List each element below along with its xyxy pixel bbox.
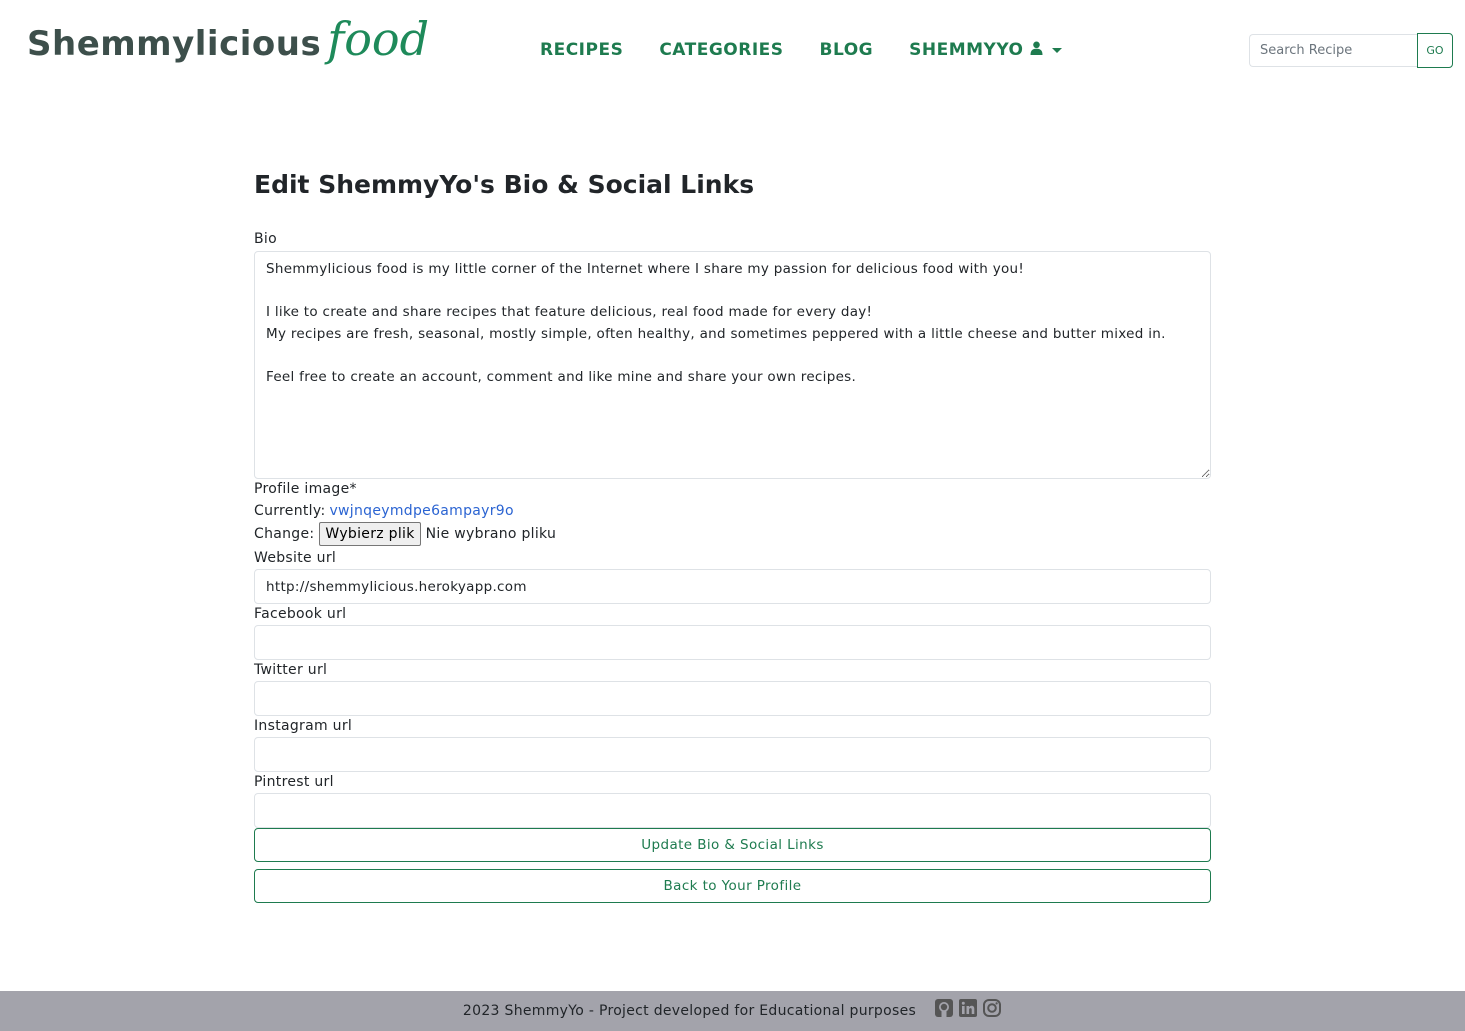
change-image-row: Change: Wybierz plik Nie wybrano pliku: [254, 522, 556, 546]
pintrest-input[interactable]: [254, 793, 1211, 828]
footer-social-icons: [934, 998, 1002, 1018]
nav-categories[interactable]: CATEGORIES: [659, 40, 783, 60]
search-go-button[interactable]: GO: [1417, 33, 1453, 68]
update-bio-button[interactable]: Update Bio & Social Links: [254, 828, 1211, 862]
search-input[interactable]: [1249, 34, 1417, 67]
nav-categories-label: CATEGORIES: [659, 40, 784, 60]
website-input[interactable]: [254, 569, 1211, 604]
nav-user-dropdown[interactable]: SHEMMYYO: [909, 40, 1062, 60]
github-icon[interactable]: [934, 998, 954, 1018]
footer: 2023 ShemmyYo - Project developed for Ed…: [0, 991, 1465, 1031]
website-label: Website url: [254, 550, 337, 566]
linkedin-icon[interactable]: [958, 998, 978, 1018]
file-status: Nie wybrano pliku: [425, 526, 557, 542]
person-icon: [1030, 40, 1043, 60]
instagram-label: Instagram url: [254, 718, 353, 734]
brand-script: food: [327, 12, 430, 66]
nav-recipes[interactable]: RECIPES: [540, 40, 623, 60]
nav-user-label: SHEMMYYO: [909, 40, 1024, 60]
brand-logo[interactable]: Shemmylicious food: [27, 12, 429, 84]
brand-name: Shemmylicious: [27, 24, 322, 64]
footer-copyright: 2023 ShemmyYo - Project developed for Ed…: [462, 1003, 917, 1019]
main-nav: RECIPES CATEGORIES BLOG SHEMMYYO: [540, 40, 1062, 60]
chevron-down-icon: [1051, 47, 1062, 53]
facebook-input[interactable]: [254, 625, 1211, 660]
currently-label: Currently:: [254, 503, 326, 519]
change-label: Change:: [254, 526, 315, 542]
profile-image-label: Profile image*: [254, 481, 357, 497]
bio-label: Bio: [254, 231, 277, 247]
back-to-profile-button[interactable]: Back to Your Profile: [254, 869, 1211, 903]
choose-file-button[interactable]: Wybierz plik: [319, 522, 421, 546]
page-title: Edit ShemmyYo's Bio & Social Links: [254, 170, 755, 199]
nav-blog-label: BLOG: [819, 40, 874, 60]
instagram-icon[interactable]: [982, 998, 1002, 1018]
bio-textarea[interactable]: Shemmylicious food is my little corner o…: [254, 251, 1211, 479]
pintrest-label: Pintrest url: [254, 774, 334, 790]
instagram-input[interactable]: [254, 737, 1211, 772]
search-form: GO: [1249, 33, 1453, 68]
current-image-row: Currently: vwjnqeymdpe6ampayr9o: [254, 503, 514, 519]
nav-recipes-label: RECIPES: [540, 40, 624, 60]
twitter-label: Twitter url: [254, 662, 328, 678]
twitter-input[interactable]: [254, 681, 1211, 716]
current-image-link[interactable]: vwjnqeymdpe6ampayr9o: [329, 503, 513, 519]
nav-blog[interactable]: BLOG: [820, 40, 874, 60]
facebook-label: Facebook url: [254, 606, 347, 622]
